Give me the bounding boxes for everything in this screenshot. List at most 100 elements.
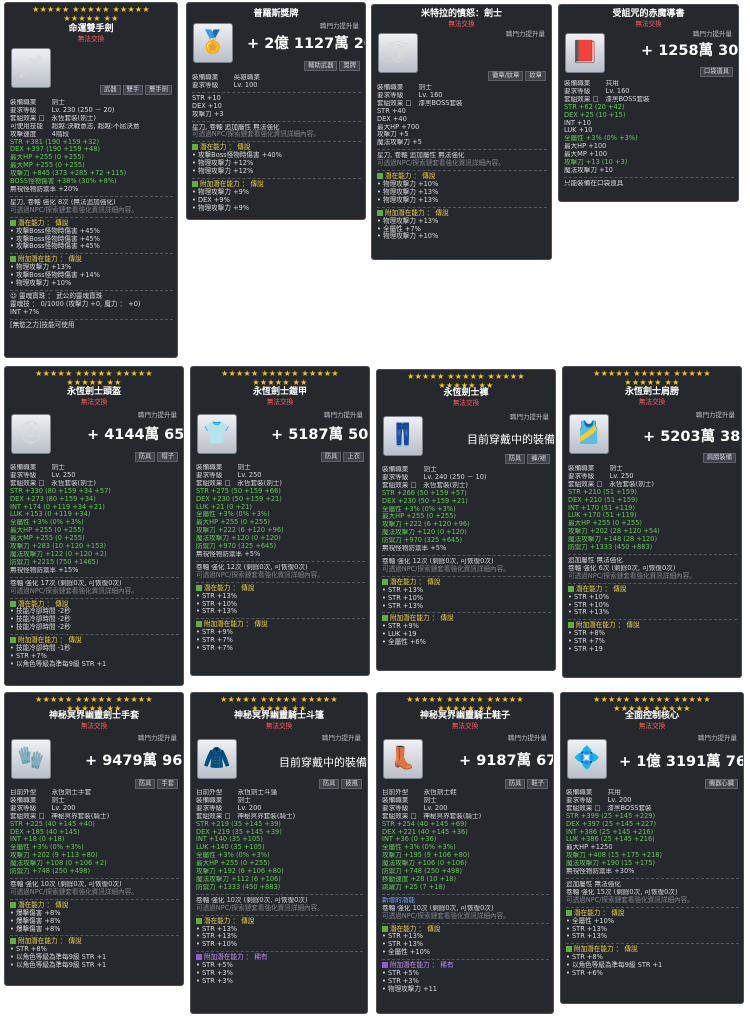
gloves-icon: 🧤 <box>11 739 51 779</box>
item-stats: 裝備職業 劍士 要求等級 Lv. 240 (250 － 10) 套組效果 □ 永… <box>382 466 551 647</box>
stat-line: 全屬性 +3% (0% +3%) <box>382 844 456 852</box>
trade-status: 無法交換 <box>80 722 108 730</box>
upgrade-label: 職門力提升量 <box>506 30 545 38</box>
item-name: 命運雙手劍 <box>68 24 114 34</box>
stat-line: 魔法攻擊力 +108 (0 +106 +2) <box>10 860 107 868</box>
trade-status: 無法交換 <box>265 722 293 730</box>
divider <box>196 893 363 895</box>
stat-line: 套組效果 □ 永恆套裝(劍士) <box>568 480 655 488</box>
potential-line: • STR +13% <box>382 601 424 610</box>
stat-line: STR +219 (35 +145 +39) <box>196 820 281 828</box>
item-stats: 裝備職業 劍士 要求等級 Lv. 250 套組效果 □ 永恆套裝(劍士) STR… <box>196 464 365 653</box>
stat-line: 最大MP +100 <box>564 151 608 159</box>
bonus-potential-line: • 物理攻擊力 +11 <box>382 984 437 993</box>
emblem-icon: 🛡 <box>378 33 418 73</box>
stat-line: DEX +230 (50 +159 +21) <box>196 495 282 503</box>
stat-line: 裝備職業 英雄職業 <box>192 74 261 81</box>
stat-line: 套組效果 □ 神秘冥界套裝(騎士) <box>196 812 296 820</box>
upgrade-label: 職門力提升量 <box>508 734 547 742</box>
stat-line: 移動速度 +28 (10 +18) <box>382 875 457 883</box>
item-category-tags: 防具 手套 <box>133 779 178 789</box>
trade-status: 無法交換 <box>638 398 666 406</box>
category-tag: 防具 <box>504 454 526 464</box>
stat-line: DEX +273 (80 +159 +34) <box>10 495 96 503</box>
star-force-stars: ★★★★★ ★★★★★ ★★★★★ ★★★★★ ★★ <box>35 369 153 387</box>
trade-status: 無法交換 <box>77 35 105 43</box>
stat-line: LUK +140 (35 +105) <box>196 844 265 852</box>
combat-power-gain: + 9479萬 9611 <box>85 753 183 769</box>
stat-line: 魔法攻擊力 +112 (6 +106) <box>196 875 281 883</box>
trade-status: 無法交換 <box>452 399 480 407</box>
stat-line: 要求等級 Lv. 100 <box>192 81 258 89</box>
armor-icon: 👕 <box>197 414 237 454</box>
enhance-note: 可透過NPC/探索鏈套看強化資訊詳細內容。 <box>196 570 324 579</box>
stat-line: 最大HP +100 <box>564 143 607 151</box>
bonus-potential-line: • STR +6% <box>566 969 603 978</box>
item-name: 受詛咒的赤魔導書 <box>612 9 685 19</box>
category-tag: 防具 <box>134 779 156 789</box>
item-category-tags: 防具 披風 <box>317 779 362 789</box>
stat-line: 最大HP +255 (0 +255) <box>196 519 270 527</box>
divider <box>568 582 737 584</box>
stat-line: 裝備職業 劍士 <box>568 465 623 472</box>
upgrade-label: 職門力提升量 <box>696 411 735 419</box>
stat-line: INT +36 (0 +36) <box>382 836 437 844</box>
stat-line: 攻擊力 +202 (9 +113 +80) <box>10 852 98 860</box>
stat-line: 最大MP +255 (0 +255) <box>10 162 85 170</box>
bonus-potential-line: • 以角色等級為準每9級 STR +1 <box>10 961 107 970</box>
stat-line: 攻擊力 +202 (28 +120 +54) <box>568 528 660 536</box>
bonus-potential-line: • 以角色等級為準每9級 STR +1 <box>10 659 107 668</box>
stat-line: 魔法攻擊力 +10 <box>564 166 613 174</box>
stat-line: 裝備職業 劍士 <box>382 466 437 473</box>
stat-line: 防禦力 +748 (250 +498) <box>10 868 91 876</box>
stat-line: 魔法攻擊力 +120 (0 +120) <box>196 535 281 543</box>
enhance-note: 可透過NPC/探索鏈套看強化資訊詳細內容。 <box>10 205 138 214</box>
category-tag: 防具 <box>504 779 526 789</box>
item-stats: 目前外型 永恆劍士斗篷 裝備職業 劍士 要求等級 Lv. 200 套組效果 □ … <box>196 789 363 986</box>
stat-line: 攻擊速度 4階段 <box>10 130 70 138</box>
trade-status: 無法交換 <box>266 398 294 406</box>
stat-line: 魔法攻擊力 +122 (0 +120 +2) <box>10 550 107 558</box>
stat-line: 最大HP +255 (0 +255) <box>10 154 84 162</box>
stat-line: STR +210 (51 +159) <box>568 488 637 496</box>
stat-line: 可使用技能 超越:決戰意志, 超越:不屈決意 <box>10 122 140 130</box>
stat-line: 跳躍力 +25 (7 +18) <box>382 883 446 891</box>
divider <box>10 216 173 218</box>
item-tooltip-card: ★★★★★ ★★★★★ ★★★★★ ★★★★★ ★★ 命運雙手劍 無法交換 🗡 武… <box>4 2 178 358</box>
category-tag: 輔助武器 <box>304 61 338 71</box>
stat-line: 全屬性 +3% (0% +3%) <box>196 852 270 860</box>
stat-line: STR +330 (80 +159 +34 +57) <box>10 487 111 495</box>
stat-line: BOSS怪物傷害 +38% (30% +8%) <box>10 178 117 186</box>
divider <box>196 914 363 916</box>
stat-line: 魔法攻擊力 +120 (0 +120) <box>382 529 467 537</box>
stat-line: DEX +25 (10 +15) <box>564 111 626 119</box>
potential-line: • STR +13% <box>568 608 610 617</box>
stat-line: STR +10 <box>192 94 221 102</box>
stat-line: 防禦力 +970 (325 +645) <box>382 537 463 545</box>
bonus-potential-line: • 物理攻擊力 +9% <box>192 203 250 212</box>
enhance-note: 可透過NPC/探索鏈套看強化資訊詳細內容。 <box>377 159 505 168</box>
stat-line: 要求等級 Lv. 160 <box>377 91 443 99</box>
potential-icon <box>196 954 202 961</box>
stat-line: 最大HP +255 (0 +255) <box>196 860 270 868</box>
shoes-icon: 👢 <box>383 739 423 779</box>
item-category-tags: 肩膀裝備 <box>701 453 736 463</box>
potential-icon <box>568 622 574 629</box>
potential-icon <box>10 219 16 226</box>
item-tooltip-card: ★★★★★ ★★★★★ ★★★★★ ★★★★★ ★★ 永恆劍士褲 無法交換 職門力… <box>376 369 556 671</box>
upgrade-label: 職門力提升量 <box>693 30 732 38</box>
star-force-stars: ★★★★★ ★★★★★ ★★★★★ ★★★★★ ★★★★★ <box>593 695 711 713</box>
stat-line: 裝備職業 劍士 <box>382 796 437 804</box>
star-force-stars: ★★★★★ ★★★★★ ★★★★★ ★★★★★ ★★ <box>32 5 150 23</box>
stat-line: INT +386 (25 +145 +216) <box>566 828 654 836</box>
potential-icon <box>10 938 16 945</box>
stat-line: 無視怪物防禦率 +5% <box>196 550 261 558</box>
bonus-potential-line: • 物理攻擊力 +10% <box>377 232 439 241</box>
potential-icon <box>10 637 16 644</box>
item-tooltip-card: ★★★★★ ★★★★★ ★★★★★ ★★★★★ ★★ 永恆劍士鎧甲 無法交換 職門… <box>190 366 370 676</box>
item-name: 永恆劍士褲 <box>443 388 489 398</box>
item-tooltip-card: 受詛咒的赤魔導書 無法交換 職門力提升量 📕 + 1258萬 3047 口袋道具… <box>558 4 739 202</box>
combat-power-gain: + 1億 3191萬 7645 <box>619 754 744 770</box>
stat-line: 全屬性 +3% (0% +3%) <box>564 135 638 143</box>
category-tag: 防具 <box>318 779 340 789</box>
